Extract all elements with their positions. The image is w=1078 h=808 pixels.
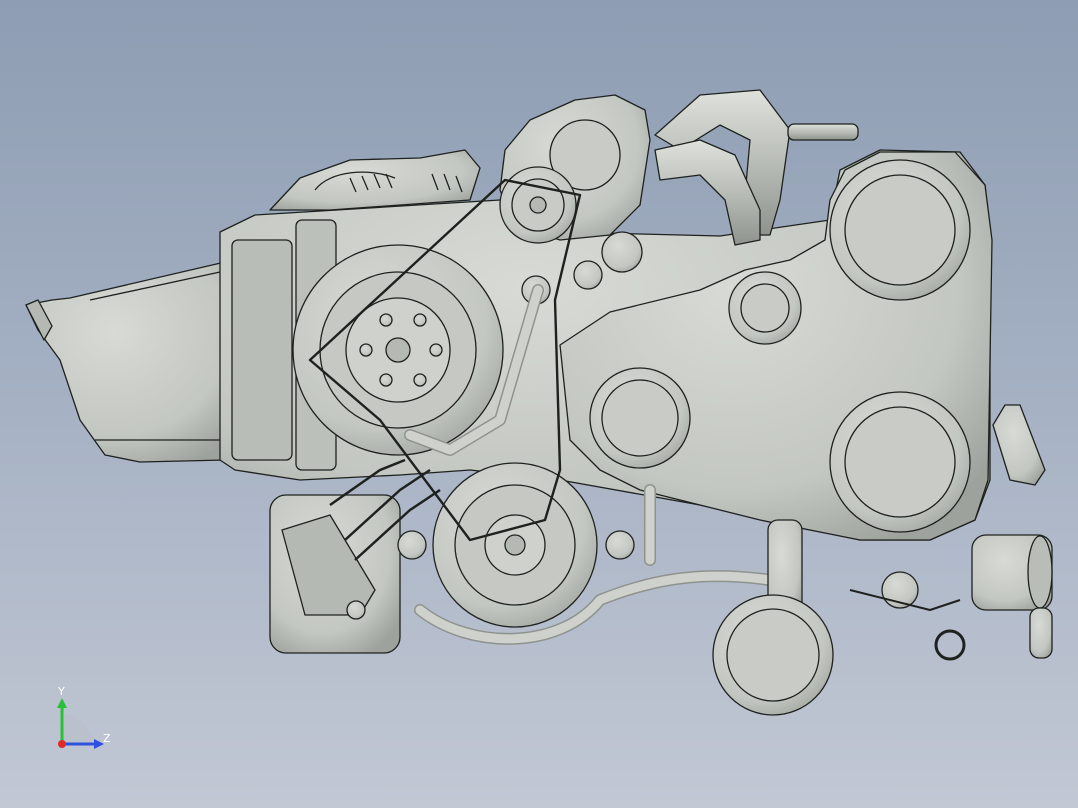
triad-y-label: Y: [58, 685, 65, 698]
intake-airbox: [25, 261, 246, 463]
starter-generator: [269, 149, 481, 211]
triad-z-label: Z: [103, 732, 111, 745]
oil-filter: [971, 534, 1053, 659]
engine-3d-model[interactable]: [0, 0, 1078, 808]
oil-filler-cap: [992, 404, 1046, 486]
cad-graphics-viewport[interactable]: Y Z: [0, 0, 1078, 808]
coordinate-triad: Y Z: [52, 686, 122, 756]
sensor-fitting: [849, 571, 966, 661]
oil-sump: [269, 494, 401, 654]
water-pump: [712, 519, 834, 716]
crank-pulley: [292, 244, 504, 456]
